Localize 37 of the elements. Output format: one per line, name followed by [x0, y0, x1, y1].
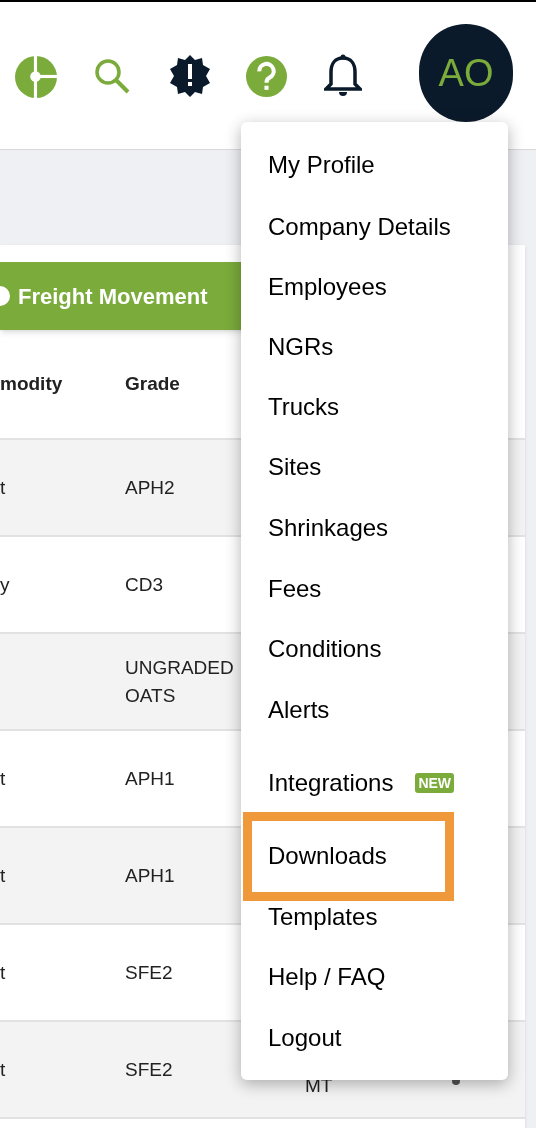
chart-icon[interactable] — [15, 56, 57, 98]
menu-item[interactable]: Company Details — [268, 209, 451, 245]
menu-item[interactable]: NGRs — [268, 329, 334, 365]
table-cell: t — [0, 767, 6, 789]
table-cell: APH2 — [125, 476, 175, 498]
menu-item[interactable]: Integrations — [268, 765, 394, 801]
column-header: Grade — [125, 371, 181, 396]
menu-item[interactable]: Employees — [268, 269, 387, 305]
table-cell: t — [0, 961, 6, 983]
user-avatar[interactable]: AO — [419, 24, 513, 122]
alert-icon[interactable] — [168, 54, 212, 98]
table-cell: t — [0, 864, 6, 886]
table-cell: SFE2 — [125, 961, 173, 983]
table-cell: APH1 — [125, 864, 175, 886]
menu-item[interactable]: Sites — [268, 449, 322, 485]
table-cell: UNGRADED OATS — [125, 656, 234, 706]
new-badge: NEW — [415, 773, 455, 793]
table-cell: SFE2 — [125, 1058, 173, 1080]
table-cell: y — [0, 573, 10, 595]
bell-icon[interactable] — [324, 54, 362, 98]
menu-item[interactable]: Fees — [268, 571, 322, 607]
table-cell: APH1 — [125, 767, 175, 789]
menu-item[interactable]: Conditions — [268, 631, 382, 667]
menu-item[interactable]: Logout — [268, 1020, 342, 1056]
menu-item[interactable]: Trucks — [268, 389, 340, 425]
menu-item[interactable]: Templates — [268, 899, 378, 935]
table-cell: t — [0, 476, 6, 498]
search-icon[interactable] — [93, 57, 131, 95]
table-cell: CD3 — [125, 573, 163, 595]
menu-item[interactable]: My Profile — [268, 147, 375, 183]
help-icon[interactable] — [246, 56, 287, 97]
menu-item[interactable]: Shrinkages — [268, 510, 389, 546]
table-cell: t — [0, 1058, 6, 1080]
menu-item[interactable]: Help / FAQ — [268, 959, 386, 995]
column-header: modity — [0, 371, 64, 396]
menu-item[interactable]: Alerts — [268, 692, 330, 728]
menu-item[interactable]: Downloads — [268, 838, 387, 874]
